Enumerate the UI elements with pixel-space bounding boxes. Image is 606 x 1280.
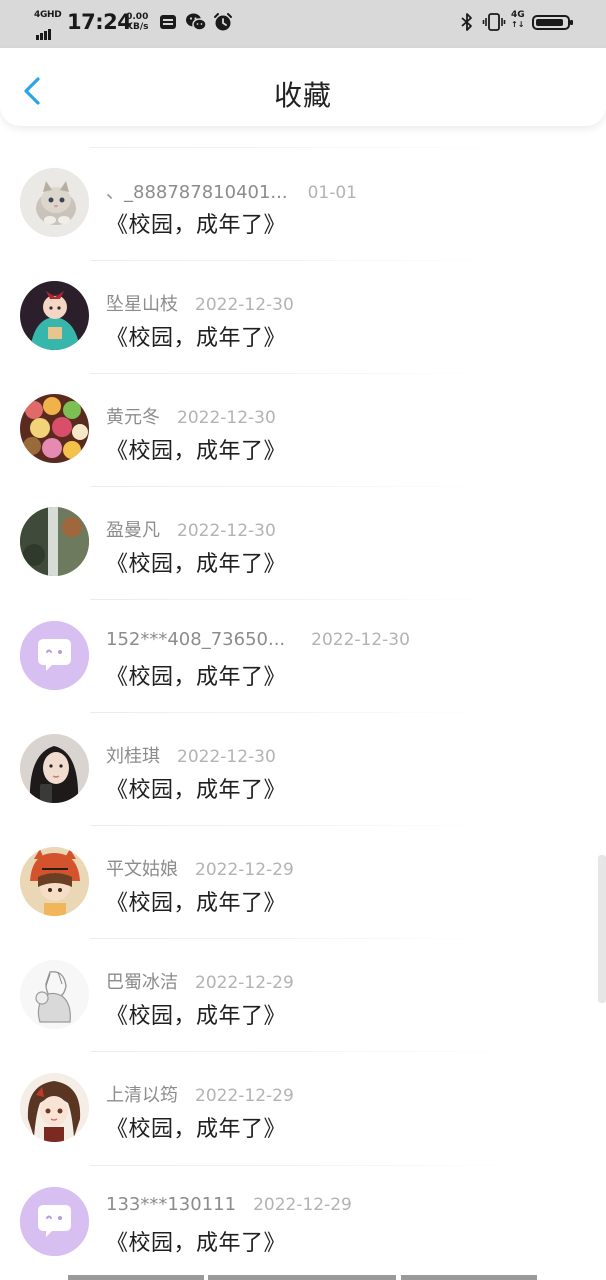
bottom-bar-segment — [208, 1275, 396, 1280]
alarm-icon — [214, 13, 232, 31]
vibrate-icon — [482, 13, 506, 31]
list-item[interactable]: 上清以筠 2022-12-29 《校园，成年了》 — [0, 1052, 606, 1166]
right-network-label: 4G — [511, 10, 525, 20]
avatar — [20, 168, 89, 237]
item-date: 2022-12-30 — [177, 408, 276, 428]
list-item[interactable]: 刘桂琪 2022-12-30 《校园，成年了》 — [0, 713, 606, 826]
item-meta: 巴蜀冰洁 2022-12-29 — [106, 968, 294, 994]
user-name: 刘桂琪 — [106, 746, 160, 767]
item-title[interactable]: 《校园，成年了》 — [106, 1225, 286, 1257]
item-date: 2022-12-30 — [311, 630, 410, 650]
list-item[interactable]: 133***130111 2022-12-29 《校园，成年了》 — [0, 1166, 606, 1279]
item-meta: 平文姑娘 2022-12-29 — [106, 855, 294, 881]
avatar — [20, 281, 89, 350]
user-name: 、_888787810401... — [106, 182, 288, 203]
avatar — [20, 960, 89, 1029]
avatar — [20, 621, 89, 690]
list-item[interactable]: 、_888787810401... 01-01 《校园，成年了》 — [0, 148, 606, 261]
item-meta: 133***130111 2022-12-29 — [106, 1194, 352, 1215]
item-meta: 盈曼凡 2022-12-30 — [106, 516, 276, 542]
list-item[interactable]: 盈曼凡 2022-12-30 《校园，成年了》 — [0, 487, 606, 600]
page-title: 收藏 — [273, 79, 332, 112]
item-date: 2022-12-29 — [195, 973, 294, 993]
avatar — [20, 1073, 89, 1142]
wechat-icon — [186, 13, 207, 31]
network-speed-unit: KB/s — [126, 22, 149, 32]
list-item[interactable]: 巴蜀冰洁 2022-12-29 《校园，成年了》 — [0, 939, 606, 1052]
item-title[interactable]: 《校园，成年了》 — [106, 998, 286, 1030]
network-type-label: 4GHD — [34, 10, 62, 20]
user-name: 黄元冬 — [106, 407, 160, 428]
list-item[interactable]: 平文姑娘 2022-12-29 《校园，成年了》 — [0, 826, 606, 939]
right-network: 4G ↑↓ — [511, 10, 525, 30]
user-name: 上清以筠 — [106, 1085, 178, 1106]
item-meta: 152***408_73650... 2022-12-30 — [106, 629, 410, 650]
sim-card-icon — [160, 15, 176, 29]
item-date: 2022-12-30 — [195, 295, 294, 315]
item-date: 2022-12-29 — [195, 1086, 294, 1106]
status-time: 17:24 — [67, 10, 132, 34]
item-title[interactable]: 《校园，成年了》 — [106, 546, 286, 578]
item-meta: 、_888787810401... 01-01 — [106, 178, 357, 204]
user-name: 152***408_73650... — [106, 629, 286, 650]
item-date: 2022-12-29 — [253, 1195, 352, 1215]
bluetooth-icon — [461, 13, 472, 31]
user-name: 巴蜀冰洁 — [106, 972, 178, 993]
user-name: 坠星山枝 — [106, 294, 178, 315]
list-item[interactable]: 黄元冬 2022-12-30 《校园，成年了》 — [0, 374, 606, 487]
item-title[interactable]: 《校园，成年了》 — [106, 885, 286, 917]
item-date: 2022-12-30 — [177, 521, 276, 541]
item-title[interactable]: 《校园，成年了》 — [106, 772, 286, 804]
item-meta: 刘桂琪 2022-12-30 — [106, 742, 276, 768]
scrollbar-thumb[interactable] — [598, 855, 606, 1003]
avatar — [20, 507, 89, 576]
item-meta: 坠星山枝 2022-12-30 — [106, 290, 294, 316]
network-speed-value: 0.00 — [126, 12, 149, 22]
battery-icon — [532, 15, 573, 30]
item-title[interactable]: 《校园，成年了》 — [106, 1111, 286, 1143]
user-name: 平文姑娘 — [106, 859, 178, 880]
avatar — [20, 734, 89, 803]
chat-bubble-icon — [20, 1187, 89, 1256]
item-title[interactable]: 《校园，成年了》 — [106, 433, 286, 465]
item-date: 01-01 — [307, 183, 357, 203]
avatar — [20, 394, 89, 463]
item-date: 2022-12-30 — [177, 747, 276, 767]
item-date: 2022-12-29 — [195, 860, 294, 880]
item-title[interactable]: 《校园，成年了》 — [106, 659, 286, 691]
status-bar: 4GHD 17:24 0.00 KB/s 4G ↑↓ — [0, 0, 606, 48]
navigation-header: 收藏 — [0, 48, 606, 126]
list-item[interactable]: 152***408_73650... 2022-12-30 《校园，成年了》 — [0, 600, 606, 713]
bottom-bar-segment — [68, 1275, 204, 1280]
network-speed: 0.00 KB/s — [126, 12, 148, 32]
cellular-signal-icon: 4GHD — [34, 10, 62, 40]
item-title[interactable]: 《校园，成年了》 — [106, 320, 286, 352]
user-name: 盈曼凡 — [106, 520, 160, 541]
avatar — [20, 847, 89, 916]
user-name: 133***130111 — [106, 1194, 237, 1215]
item-meta: 黄元冬 2022-12-30 — [106, 403, 276, 429]
item-title[interactable]: 《校园，成年了》 — [106, 207, 286, 239]
item-meta: 上清以筠 2022-12-29 — [106, 1081, 294, 1107]
list-item[interactable]: 坠星山枝 2022-12-30 《校园，成年了》 — [0, 261, 606, 374]
chat-bubble-icon — [20, 621, 89, 690]
avatar — [20, 1187, 89, 1256]
bottom-bar-segment — [401, 1275, 537, 1280]
